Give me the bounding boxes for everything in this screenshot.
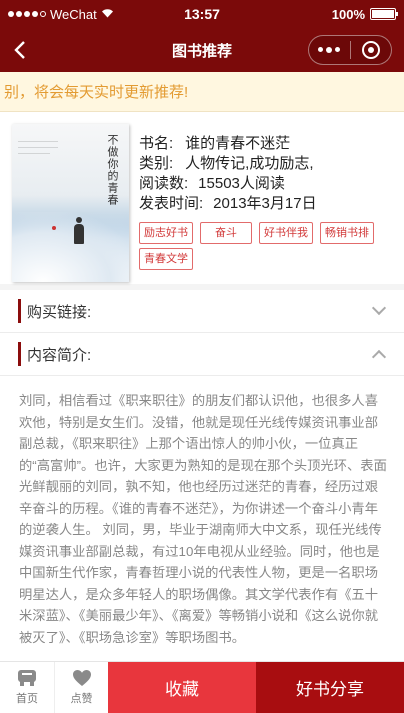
book-date-row: 发表时间: 2013年3月17日 — [139, 194, 396, 214]
book-cover: —————————— —————————— ———————— 不做你的青春 — [12, 124, 129, 282]
notice-text: 别，将会每天实时更新推荐! — [4, 84, 189, 101]
category-label: 类别: — [139, 155, 174, 172]
tag[interactable]: 青春文学 — [139, 248, 193, 270]
carrier-name: WeChat — [50, 6, 97, 22]
intro-label: 内容简介: — [27, 346, 92, 364]
like-button[interactable]: 点赞 — [54, 662, 108, 713]
app: WeChat 13:57 100% 图书推荐 别，将会每天实时更新推荐! ———… — [0, 0, 404, 713]
bottom-action-bar: 首页 点赞 收藏 好书分享 — [0, 661, 404, 713]
chevron-down-icon — [371, 300, 387, 316]
home-button[interactable]: 首页 — [0, 662, 54, 713]
wifi-icon — [101, 8, 114, 21]
section-marker — [18, 299, 21, 323]
status-right: 100% — [331, 6, 398, 22]
book-category: 人物传记,成功励志, — [185, 155, 314, 172]
title-label: 书名: — [139, 135, 174, 152]
tag-list: 励志好书 奋斗 好书伴我 畅销书排 青春文学 — [139, 222, 379, 270]
book-reads-row: 阅读数: 15503人阅读 — [139, 174, 396, 194]
book-summary: 刘同，相信看过《职来职往》的朋友们都认识他，也很多人喜欢他，特别是女生们。没错，… — [19, 393, 387, 645]
home-icon — [18, 670, 36, 686]
book-details: 书名: 谁的青春不迷茫 类别: 人物传记,成功励志, 阅读数: 15503人阅读 发表… — [139, 124, 396, 272]
chevron-left-icon — [14, 41, 25, 59]
battery-icon — [370, 8, 398, 20]
book-date: 2013年3月17日 — [213, 195, 317, 212]
share-button[interactable]: 好书分享 — [256, 662, 404, 713]
heart-icon — [72, 670, 91, 686]
favorite-button[interactable]: 收藏 — [108, 662, 256, 713]
home-label: 首页 — [16, 693, 38, 705]
book-title: 谁的青春不迷茫 — [185, 135, 291, 152]
section-marker — [18, 342, 21, 366]
reads-label: 阅读数: — [139, 175, 189, 192]
nav-bar: 图书推荐 — [0, 28, 404, 72]
battery-percent: 100% — [331, 6, 365, 22]
close-mini-program-button[interactable] — [351, 41, 392, 59]
book-info: —————————— —————————— ———————— 不做你的青春 书名: 谁… — [0, 112, 404, 290]
book-category-row: 类别: 人物传记,成功励志, — [139, 154, 396, 174]
back-button[interactable] — [0, 28, 40, 72]
chevron-up-icon — [371, 349, 387, 365]
like-label: 点赞 — [70, 693, 93, 705]
tag[interactable]: 畅销书排 — [320, 222, 374, 244]
date-label: 发表时间: — [139, 195, 204, 212]
mini-program-capsule — [308, 35, 392, 65]
notice-banner: 别，将会每天实时更新推荐! — [0, 72, 404, 112]
more-menu-button[interactable] — [309, 47, 350, 53]
signal-icon — [8, 11, 46, 17]
book-reads: 15503人阅读 — [198, 175, 285, 192]
tag[interactable]: 好书伴我 — [259, 222, 313, 244]
status-bar: WeChat 13:57 100% — [0, 0, 404, 28]
close-circle-icon — [361, 41, 380, 59]
tag[interactable]: 励志好书 — [139, 222, 193, 244]
tag[interactable]: 奋斗 — [200, 222, 252, 244]
status-left: WeChat — [8, 7, 114, 22]
buy-link-section[interactable]: 购买链接: — [0, 290, 404, 333]
cover-title: 不做你的青春 — [106, 134, 119, 206]
intro-section[interactable]: 内容简介: — [0, 333, 404, 376]
buy-link-label: 购买链接: — [27, 303, 92, 321]
book-title-row: 书名: 谁的青春不迷茫 — [139, 134, 396, 154]
